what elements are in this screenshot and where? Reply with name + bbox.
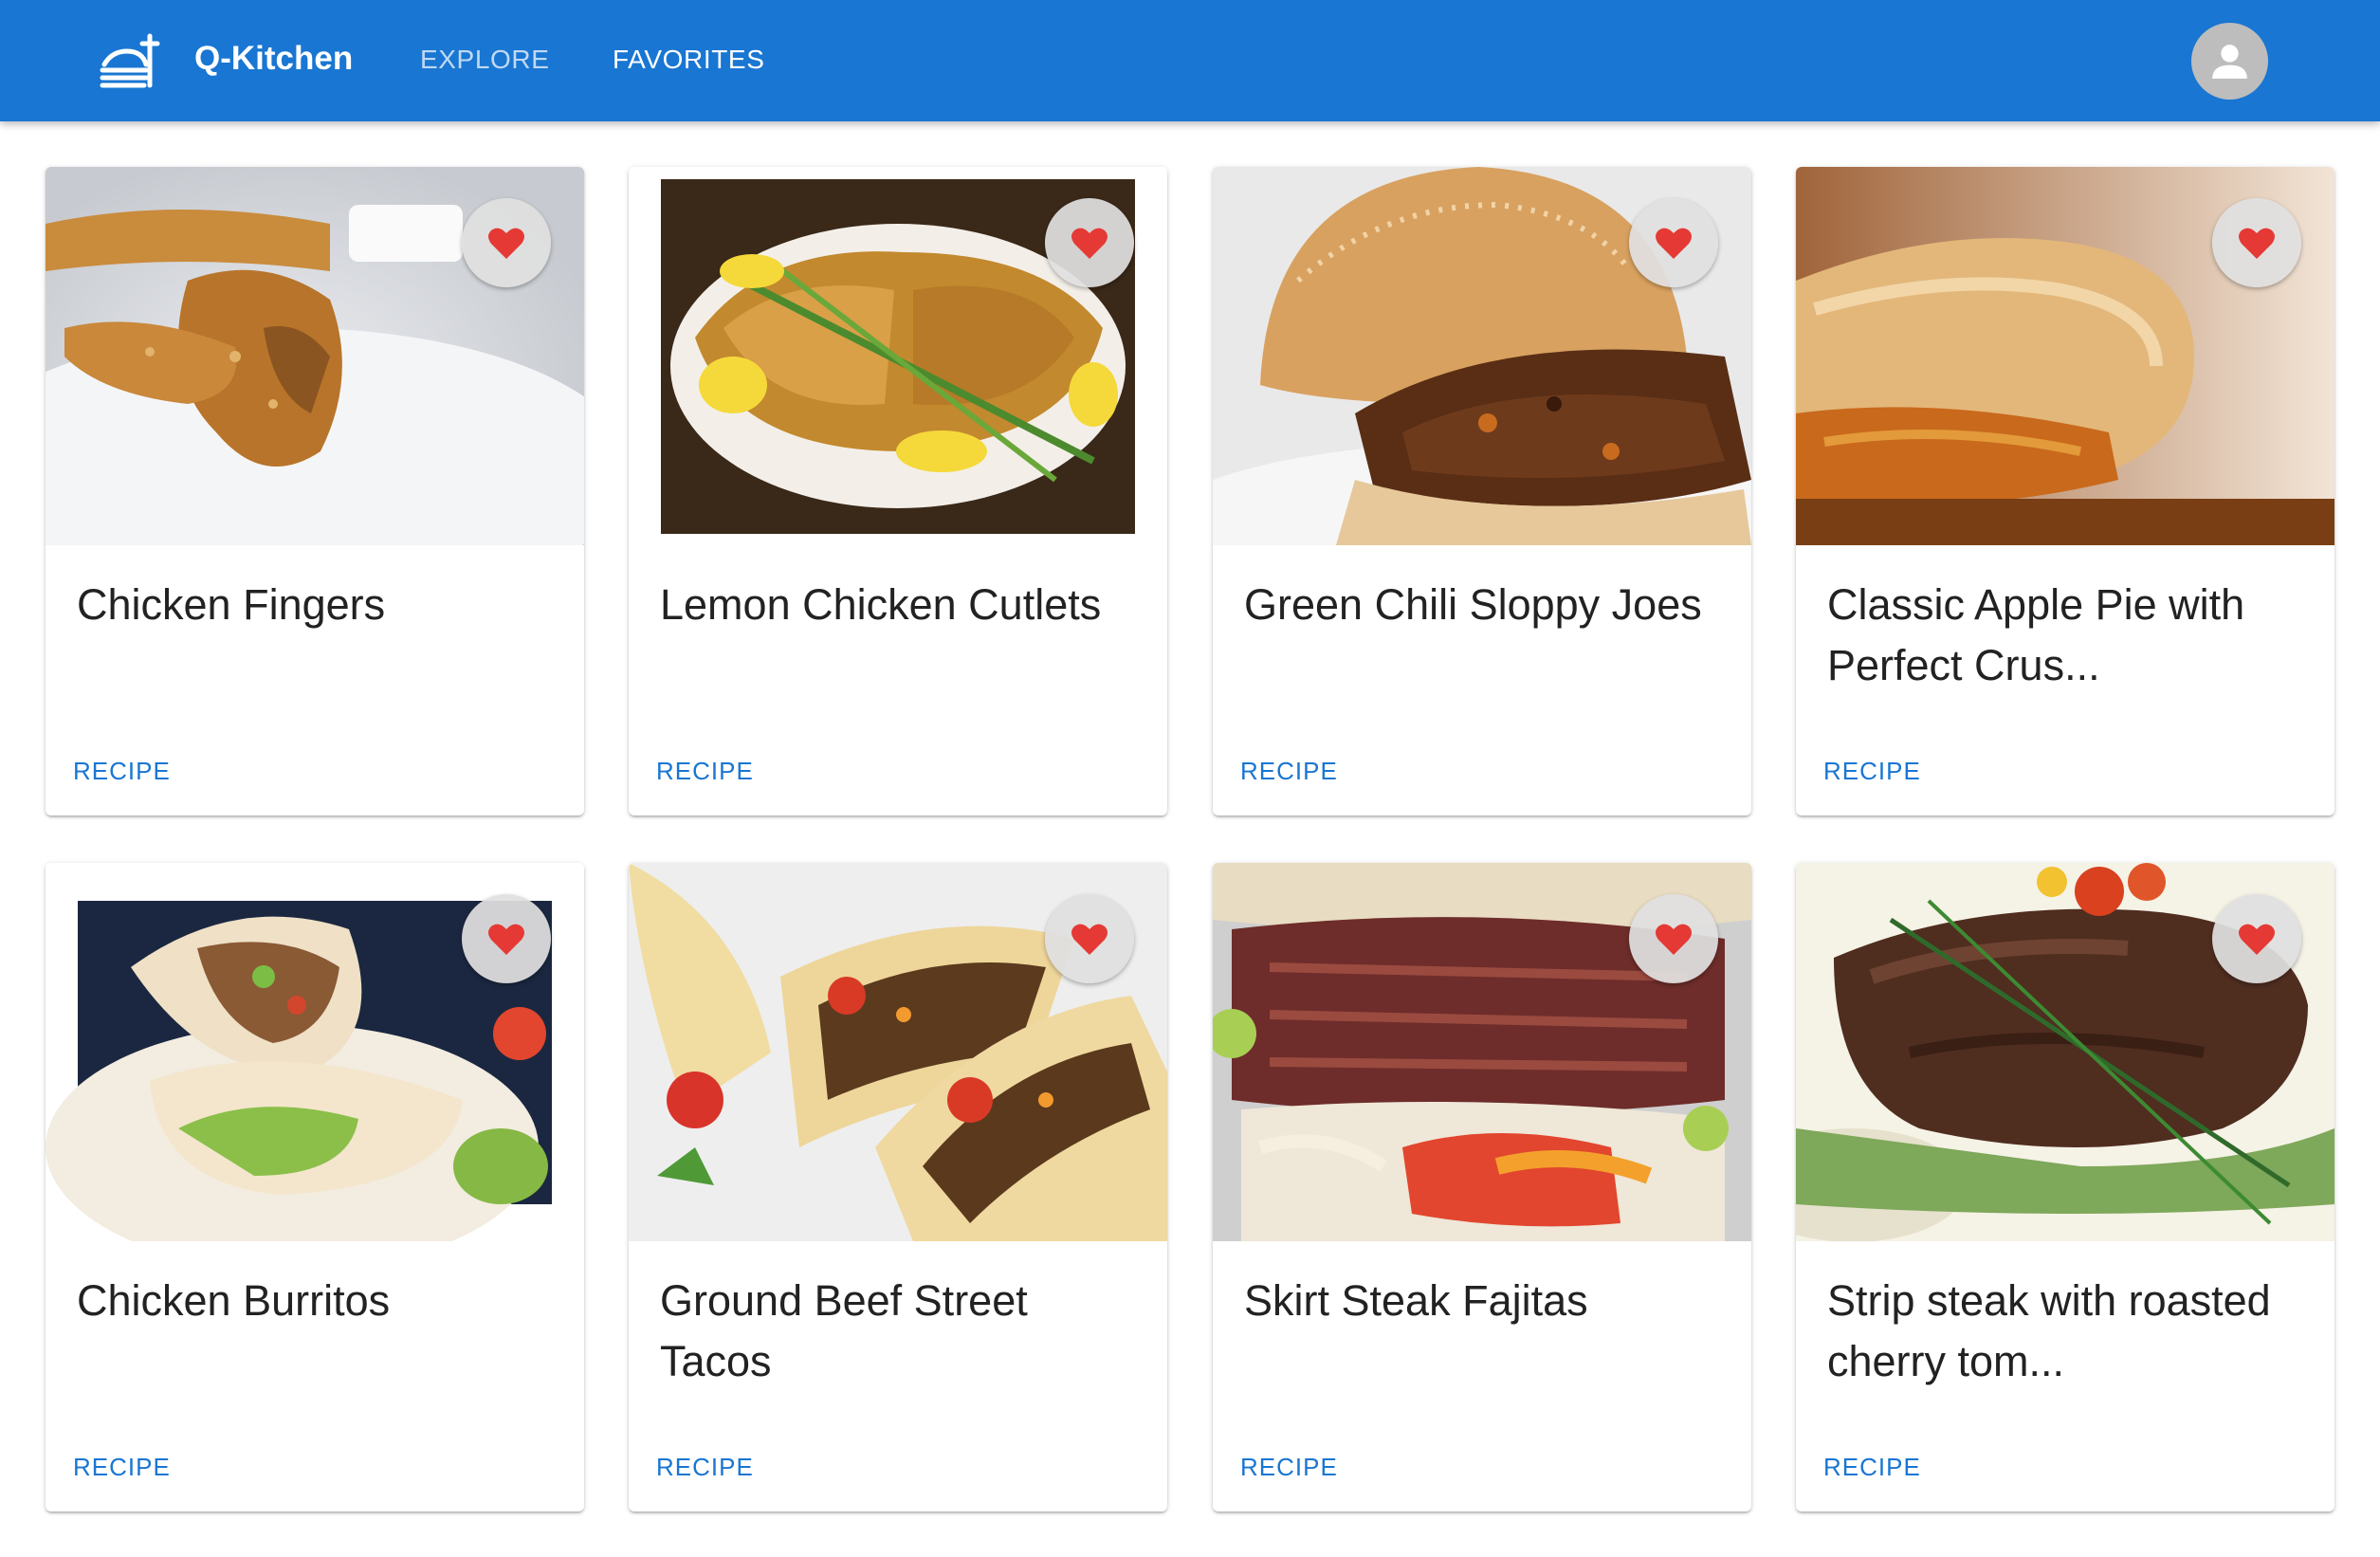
recipe-title: Lemon Chicken Cutlets	[660, 580, 1102, 629]
heart-icon	[488, 924, 524, 955]
recipe-button[interactable]: RECIPE	[73, 1453, 171, 1481]
nav-explore[interactable]: EXPLORE	[420, 44, 549, 76]
recipe-title: Ground Beef Street Tacos	[660, 1276, 1028, 1385]
account-avatar[interactable]	[2191, 23, 2268, 100]
heart-icon	[488, 228, 524, 259]
recipe-card: Classic Apple Pie with Perfect Crus... R…	[1796, 167, 2334, 815]
kitchen-logo-icon[interactable]	[99, 28, 163, 93]
app-brand[interactable]: Q-Kitchen	[194, 40, 353, 78]
recipe-title: Classic Apple Pie with Perfect Crus...	[1827, 580, 2245, 689]
heart-icon	[1071, 924, 1108, 955]
heart-icon	[1656, 924, 1692, 955]
favorite-button[interactable]	[1045, 894, 1134, 983]
recipe-button[interactable]: RECIPE	[73, 757, 171, 785]
favorite-button[interactable]	[1045, 198, 1134, 287]
recipe-title: Green Chili Sloppy Joes	[1244, 580, 1702, 629]
favorite-button[interactable]	[2212, 894, 2301, 983]
recipe-button[interactable]: RECIPE	[656, 1453, 754, 1481]
person-icon	[2212, 45, 2247, 79]
recipe-button[interactable]: RECIPE	[1823, 757, 1921, 785]
recipe-card: Skirt Steak Fajitas RECIPE	[1213, 863, 1751, 1511]
nav-favorites[interactable]: FAVORITES	[613, 44, 764, 76]
recipe-card: Chicken Fingers RECIPE	[46, 167, 584, 815]
recipe-button[interactable]: RECIPE	[1240, 757, 1338, 785]
favorite-button[interactable]	[1629, 894, 1718, 983]
recipe-button[interactable]: RECIPE	[1240, 1453, 1338, 1481]
recipe-card: Green Chili Sloppy Joes RECIPE	[1213, 167, 1751, 815]
recipe-title: Strip steak with roasted cherry tom...	[1827, 1276, 2271, 1385]
heart-icon	[1071, 228, 1108, 259]
favorite-button[interactable]	[1629, 198, 1718, 287]
recipe-button[interactable]: RECIPE	[1823, 1453, 1921, 1481]
heart-icon	[2239, 924, 2275, 955]
favorite-button[interactable]	[462, 894, 551, 983]
recipe-card: Strip steak with roasted cherry tom... R…	[1796, 863, 2334, 1511]
favorite-button[interactable]	[2212, 198, 2301, 287]
favorite-button[interactable]	[462, 198, 551, 287]
recipe-title: Chicken Fingers	[77, 580, 386, 629]
heart-icon	[2239, 228, 2275, 259]
recipe-card: Lemon Chicken Cutlets RECIPE	[629, 167, 1167, 815]
heart-icon	[1656, 228, 1692, 259]
recipe-button[interactable]: RECIPE	[656, 757, 754, 785]
app-bar: Q-Kitchen EXPLORE FAVORITES	[0, 0, 2380, 121]
recipe-card: Ground Beef Street Tacos RECIPE	[629, 863, 1167, 1511]
recipe-title: Skirt Steak Fajitas	[1244, 1276, 1588, 1325]
recipe-title: Chicken Burritos	[77, 1276, 391, 1325]
recipe-card: Chicken Burritos RECIPE	[46, 863, 584, 1511]
